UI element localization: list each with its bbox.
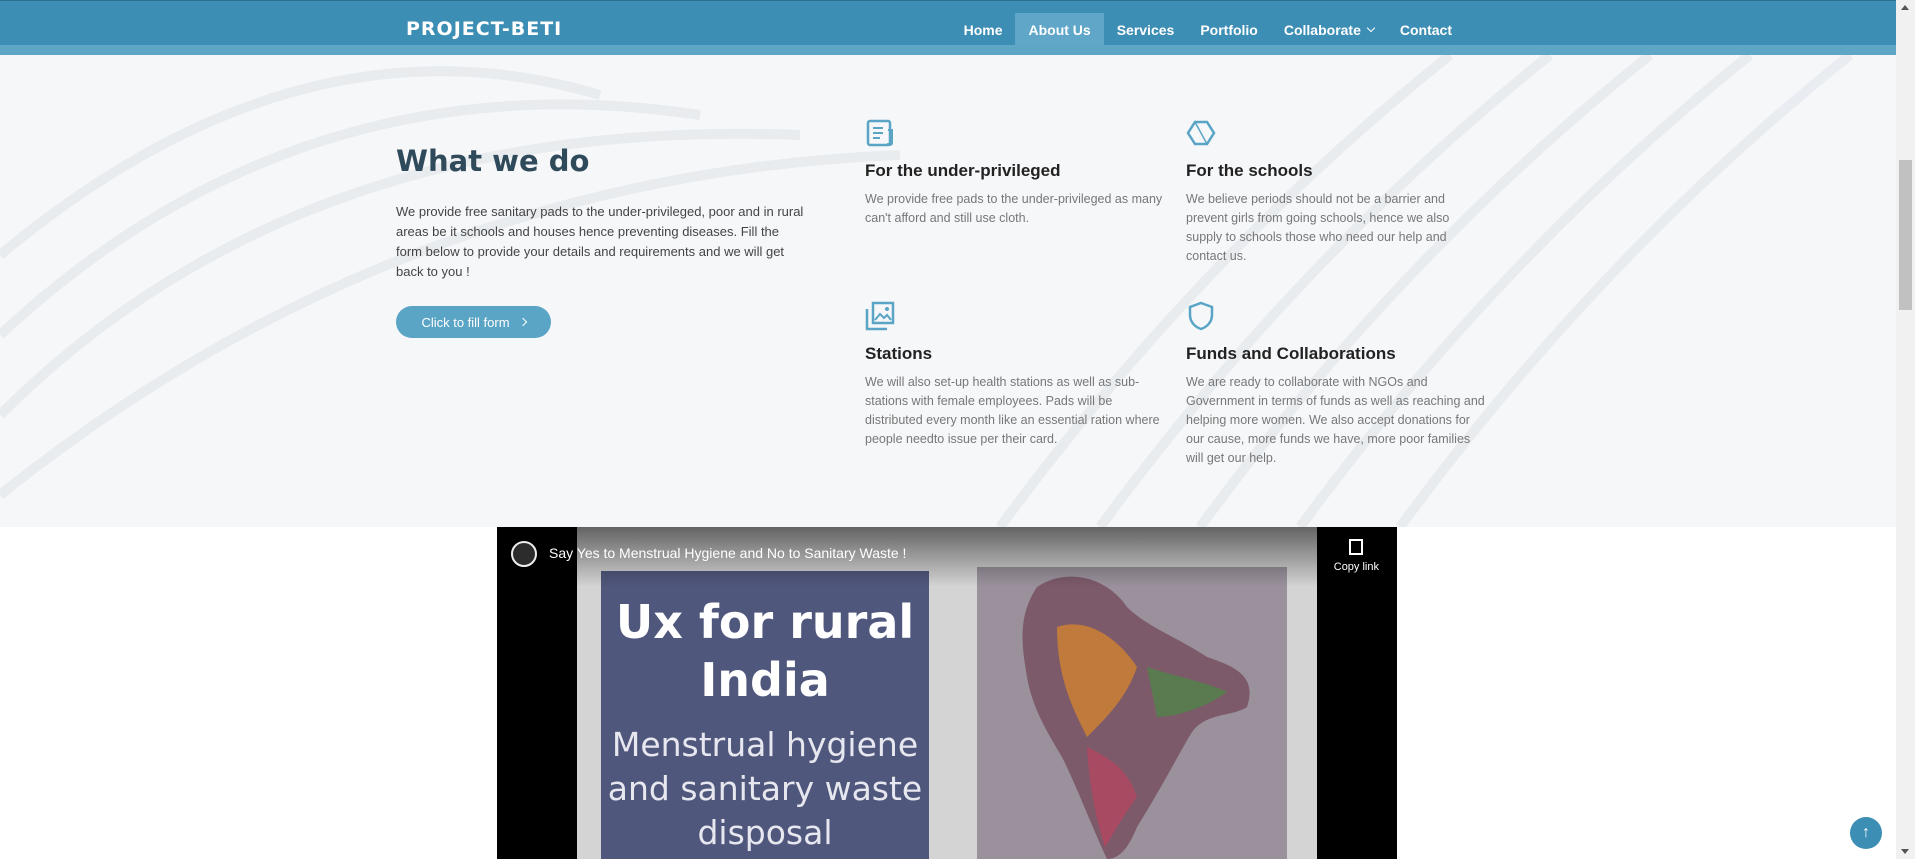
- what-we-do-section: What we do We provide free sanitary pads…: [0, 55, 1896, 527]
- nav-services-label: Services: [1116, 21, 1175, 38]
- video-title[interactable]: Say Yes to Menstrual Hygiene and No to S…: [549, 545, 906, 561]
- card-schools: For the schools We believe periods shoul…: [1186, 118, 1486, 266]
- chevron-down-icon: [1366, 23, 1376, 32]
- card-text: We will also set-up health stations as w…: [865, 375, 1160, 446]
- india-map-collage-image: [977, 567, 1287, 859]
- nav-contact[interactable]: Contact: [1387, 13, 1465, 46]
- section-title: What we do: [396, 144, 590, 178]
- page-scrollbar[interactable]: [1896, 0, 1915, 859]
- fill-form-button[interactable]: Click to fill form: [396, 306, 551, 338]
- card-title: Funds and Collaborations: [1186, 344, 1396, 363]
- card-title: For the schools: [1186, 161, 1313, 180]
- india-map-icon: [1022, 576, 1250, 859]
- copy-link-button[interactable]: Copy link: [1334, 539, 1379, 573]
- channel-avatar-icon[interactable]: [511, 541, 537, 567]
- nav-portfolio[interactable]: Portfolio: [1187, 13, 1271, 46]
- nav-collaborate-label: Collaborate: [1283, 21, 1361, 38]
- card-text: We provide free pads to the under-privil…: [865, 192, 1163, 225]
- nav-menu: Home About Us Services Portfolio Collabo…: [951, 13, 1465, 46]
- fill-form-label: Click to fill form: [421, 314, 510, 330]
- top-navbar: PROJECT-BETI Home About Us Services Port…: [0, 0, 1896, 55]
- nav-contact-label: Contact: [1399, 21, 1452, 38]
- cube-icon: [1186, 120, 1216, 146]
- section-description: We provide free sanitary pads to the und…: [396, 204, 804, 279]
- nav-about-label: About Us: [1028, 21, 1091, 38]
- nav-portfolio-label: Portfolio: [1200, 21, 1258, 38]
- youtube-video-player[interactable]: Ux for rural India Menstrual hygiene and…: [497, 527, 1397, 859]
- nav-about-us[interactable]: About Us: [1015, 13, 1104, 46]
- card-title: Stations: [865, 344, 933, 363]
- images-icon: [865, 301, 895, 331]
- card-text: We believe periods should not be a barri…: [1186, 192, 1450, 263]
- card-title: For the under-privileged: [865, 161, 1061, 180]
- back-to-top-button[interactable]: ↑: [1850, 817, 1882, 849]
- scroll-down-icon[interactable]: [1901, 849, 1909, 854]
- brand-logo[interactable]: PROJECT-BETI: [406, 18, 562, 40]
- nav-home-label: Home: [963, 21, 1003, 38]
- arrow-up-icon: ↑: [1862, 824, 1870, 841]
- slide-heading: Ux for rural India: [615, 595, 915, 707]
- card-under-privileged: For the under-privileged We provide free…: [865, 118, 1165, 228]
- nav-home[interactable]: Home: [951, 13, 1016, 46]
- chevron-right-icon: [518, 317, 527, 327]
- card-funds: Funds and Collaborations We are ready to…: [1186, 301, 1486, 468]
- scroll-up-icon[interactable]: [1901, 5, 1909, 10]
- nav-collaborate[interactable]: Collaborate: [1271, 13, 1387, 46]
- shield-icon: [1188, 301, 1214, 331]
- card-text: We are ready to collaborate with NGOs an…: [1186, 375, 1485, 465]
- video-slide-text: Ux for rural India Menstrual hygiene and…: [601, 571, 929, 859]
- copy-icon: [1349, 539, 1364, 555]
- document-icon: [866, 119, 893, 147]
- slide-subheading: Menstrual hygiene and sanitary waste dis…: [607, 725, 923, 852]
- nav-services[interactable]: Services: [1104, 13, 1188, 46]
- scrollbar-thumb[interactable]: [1899, 160, 1912, 310]
- card-stations: Stations We will also set-up health stat…: [865, 301, 1165, 449]
- copy-link-label: Copy link: [1333, 561, 1379, 573]
